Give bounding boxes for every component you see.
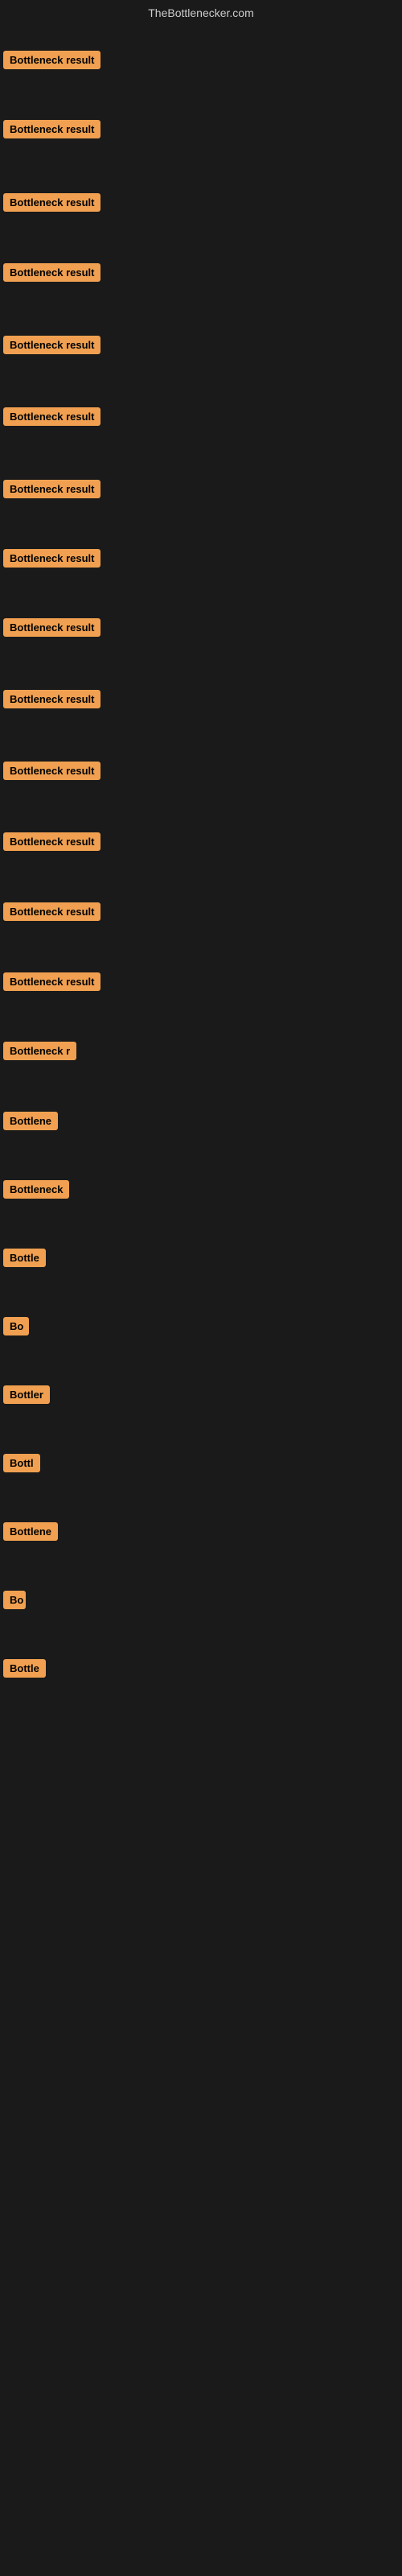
bottleneck-badge-7[interactable]: Bottleneck result xyxy=(3,480,100,498)
bottleneck-badge-10[interactable]: Bottleneck result xyxy=(3,690,100,708)
bottleneck-badge-3[interactable]: Bottleneck result xyxy=(3,193,100,212)
bottleneck-badge-12[interactable]: Bottleneck result xyxy=(3,832,100,851)
bottleneck-badge-13[interactable]: Bottleneck result xyxy=(3,902,100,921)
bottleneck-badge-5[interactable]: Bottleneck result xyxy=(3,336,100,354)
bottleneck-badge-21[interactable]: Bottl xyxy=(3,1454,40,1472)
result-row: Bottleneck result xyxy=(0,828,104,860)
result-row: Bottleneck result xyxy=(0,402,104,435)
bottleneck-badge-8[interactable]: Bottleneck result xyxy=(3,549,100,568)
result-row: Bottleneck result xyxy=(0,258,104,291)
bottleneck-badge-11[interactable]: Bottleneck result xyxy=(3,762,100,780)
result-row: Bottleneck result xyxy=(0,685,104,717)
result-row: Bottler xyxy=(0,1381,53,1413)
bottleneck-badge-9[interactable]: Bottleneck result xyxy=(3,618,100,637)
result-row: Bottleneck result xyxy=(0,475,104,507)
bottleneck-badge-4[interactable]: Bottleneck result xyxy=(3,263,100,282)
bottleneck-badge-15[interactable]: Bottleneck r xyxy=(3,1042,76,1060)
bottleneck-badge-6[interactable]: Bottleneck result xyxy=(3,407,100,426)
result-row: Bottleneck result xyxy=(0,188,104,221)
bottleneck-badge-2[interactable]: Bottleneck result xyxy=(3,120,100,138)
result-row: Bottleneck result xyxy=(0,544,104,576)
result-row: Bottle xyxy=(0,1244,49,1276)
result-row: Bottl xyxy=(0,1449,43,1481)
bottleneck-badge-20[interactable]: Bottler xyxy=(3,1385,50,1404)
result-row: Bottleneck result xyxy=(0,898,104,930)
result-row: Bottleneck result xyxy=(0,331,104,363)
bottleneck-badge-14[interactable]: Bottleneck result xyxy=(3,972,100,991)
result-row: Bottleneck result xyxy=(0,115,104,147)
result-row: Bottleneck result xyxy=(0,46,104,78)
result-row: Bottleneck result xyxy=(0,968,104,1000)
result-row: Bo xyxy=(0,1586,29,1618)
bottleneck-badge-17[interactable]: Bottleneck xyxy=(3,1180,69,1199)
bottleneck-badge-23[interactable]: Bo xyxy=(3,1591,26,1609)
bottleneck-badge-22[interactable]: Bottlene xyxy=(3,1522,58,1541)
result-row: Bottlene xyxy=(0,1517,61,1550)
bottleneck-badge-16[interactable]: Bottlene xyxy=(3,1112,58,1130)
result-row: Bo xyxy=(0,1312,32,1344)
bottleneck-badge-18[interactable]: Bottle xyxy=(3,1249,46,1267)
site-title: TheBottlenecker.com xyxy=(0,0,402,23)
result-row: Bottleneck xyxy=(0,1175,72,1208)
result-row: Bottleneck result xyxy=(0,757,104,789)
bottleneck-badge-24[interactable]: Bottle xyxy=(3,1659,46,1678)
result-row: Bottlene xyxy=(0,1107,61,1139)
result-row: Bottle xyxy=(0,1654,49,1686)
result-row: Bottleneck r xyxy=(0,1037,80,1069)
bottleneck-badge-1[interactable]: Bottleneck result xyxy=(3,51,100,69)
result-row: Bottleneck result xyxy=(0,613,104,646)
bottleneck-badge-19[interactable]: Bo xyxy=(3,1317,29,1335)
